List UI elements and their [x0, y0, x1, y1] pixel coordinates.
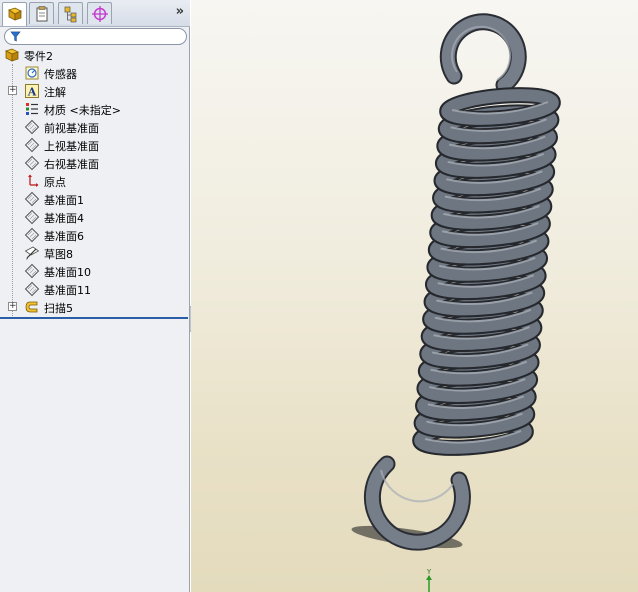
tree-filter[interactable] [4, 28, 187, 45]
top-hook-surface [441, 15, 525, 92]
tree-item-material[interactable]: 材质 <未指定> [0, 100, 188, 118]
expand-icon[interactable]: + [8, 302, 17, 311]
svg-text:A: A [27, 86, 37, 99]
configuration-icon [64, 6, 76, 22]
tree-item-label: 原点 [44, 176, 66, 189]
sketch-icon [24, 246, 40, 260]
expand-icon[interactable]: + [8, 86, 17, 95]
plane-icon [24, 155, 40, 171]
tree-item-label: 右视基准面 [44, 158, 99, 171]
tree-item-top-plane[interactable]: 上视基准面 [0, 136, 188, 154]
graphics-viewport[interactable]: Y [191, 0, 638, 592]
tree-item-label: 传感器 [44, 68, 77, 81]
filter-icon [10, 31, 21, 42]
tab-configuration-manager[interactable] [58, 2, 83, 24]
rollback-bar[interactable] [0, 317, 188, 319]
bottom-hook-highlight [380, 469, 454, 503]
tree-item-label: 基准面11 [44, 284, 91, 297]
axis-triad: Y [426, 568, 432, 592]
annotation-icon: A [25, 84, 39, 99]
tree-item-label: 基准面6 [44, 230, 84, 243]
plane-icon [24, 191, 40, 207]
plane-icon [24, 209, 40, 225]
tree-item-label: 扫描5 [44, 302, 73, 315]
property-icon [36, 5, 47, 21]
tab-property-manager[interactable] [29, 2, 54, 24]
spring-model[interactable] [191, 0, 638, 592]
tree-item-plane10[interactable]: 基准面10 [0, 262, 188, 280]
tree-item-plane11[interactable]: 基准面11 [0, 280, 188, 298]
plane-icon [24, 137, 40, 153]
tree-item-front-plane[interactable]: 前视基准面 [0, 118, 188, 136]
tree-item-label: 基准面1 [44, 194, 84, 207]
spring-coils [412, 87, 561, 456]
feature-manager-panel: » 零件2 传感器 + A 注解 材质 <未指定> 前视基准面 上视基准面 右视… [0, 0, 190, 592]
tree-item-plane6[interactable]: 基准面6 [0, 226, 188, 244]
filter-input[interactable] [25, 30, 180, 43]
sweep-icon [25, 301, 38, 313]
tab-feature-manager[interactable] [2, 2, 27, 26]
tree-item-origin[interactable]: 原点 [0, 172, 188, 190]
sensor-icon [25, 66, 39, 80]
manager-tab-bar: » [0, 0, 190, 27]
tree-item-annotations[interactable]: + A 注解 [0, 82, 188, 100]
plane-icon [24, 119, 40, 135]
tree-root-label: 零件2 [24, 50, 53, 63]
tree-item-label: 前视基准面 [44, 122, 99, 135]
tree-item-sketch8[interactable]: 草图8 [0, 244, 188, 262]
tree-item-label: 草图8 [44, 248, 73, 261]
tree-item-label: 基准面10 [44, 266, 91, 279]
tab-dimxpert-manager[interactable] [87, 2, 112, 24]
origin-icon [28, 174, 39, 187]
tree-root[interactable]: 零件2 [0, 46, 188, 64]
tree-item-label: 材质 <未指定> [44, 104, 121, 117]
feature-tree-icon [7, 7, 22, 21]
tree-item-sensors[interactable]: 传感器 [0, 64, 188, 82]
tree-item-right-plane[interactable]: 右视基准面 [0, 154, 188, 172]
material-icon [26, 103, 38, 115]
tree-item-plane4[interactable]: 基准面4 [0, 208, 188, 226]
plane-icon [24, 281, 40, 297]
plane-icon [24, 263, 40, 279]
tree-item-label: 注解 [44, 86, 66, 99]
tree-item-sweep5[interactable]: + 扫描5 [0, 298, 188, 316]
chevron-right-icon[interactable]: » [176, 4, 184, 19]
plane-icon [24, 227, 40, 243]
tree-item-plane1[interactable]: 基准面1 [0, 190, 188, 208]
tree-item-label: 上视基准面 [44, 140, 99, 153]
part-icon [4, 48, 20, 62]
tree-item-label: 基准面4 [44, 212, 84, 225]
axis-y-label: Y [426, 568, 432, 576]
target-icon [91, 5, 108, 22]
